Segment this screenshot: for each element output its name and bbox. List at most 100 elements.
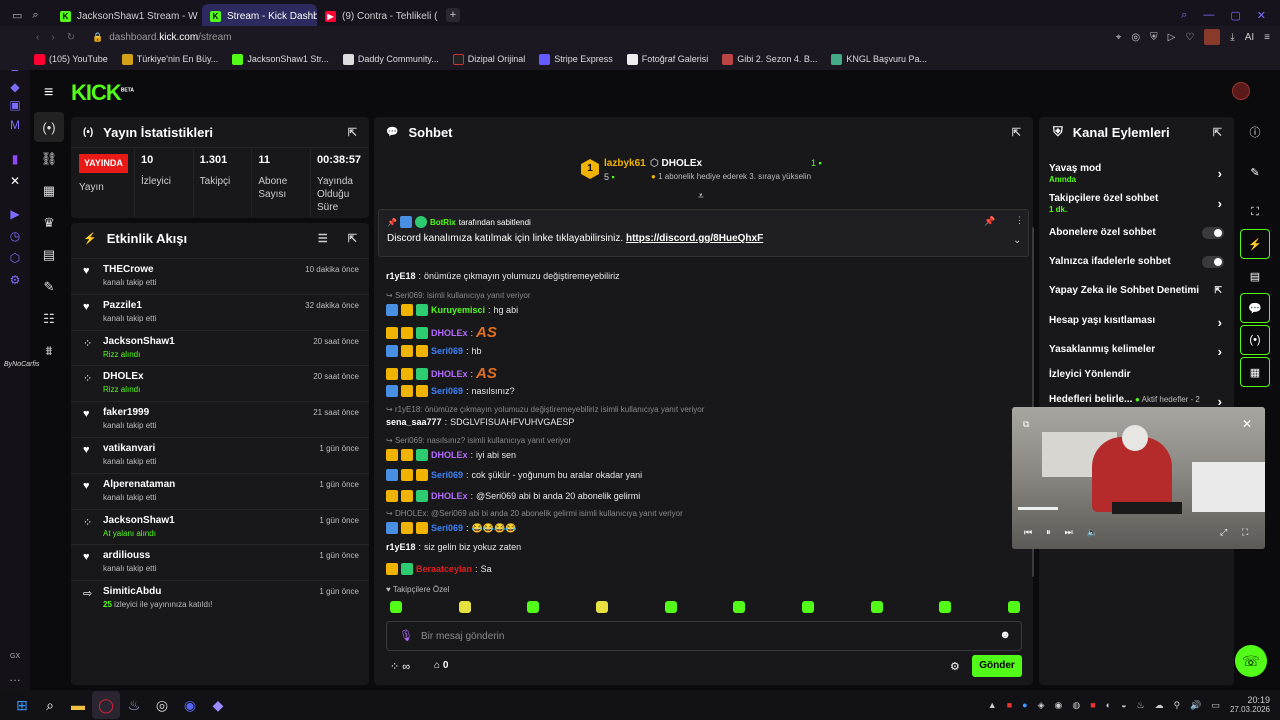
battery-icon[interactable]: ▭ bbox=[1211, 700, 1220, 711]
discord-icon[interactable]: ◉ bbox=[176, 691, 204, 719]
channel-action[interactable]: Abonelere özel sohbet bbox=[1049, 227, 1224, 239]
link-nav-icon[interactable]: ⛓ bbox=[34, 144, 64, 174]
emoji-icon[interactable]: ☻ bbox=[999, 629, 1011, 641]
event-user[interactable]: JacksonShaw1 bbox=[103, 336, 175, 347]
tray-app-icon[interactable]: ◈ bbox=[1038, 700, 1045, 711]
camera-icon[interactable]: ◎ bbox=[1131, 32, 1140, 43]
info-icon[interactable]: ⓘ bbox=[1240, 117, 1270, 147]
emote-icon[interactable] bbox=[801, 601, 814, 613]
event-user[interactable]: SimiticAbdu bbox=[103, 586, 212, 597]
emote-icon[interactable] bbox=[527, 601, 540, 613]
window-icon[interactable]: ▭ bbox=[12, 9, 22, 22]
bookmark-7[interactable]: Fotoğraf Galerisi bbox=[626, 53, 708, 65]
collapse-leaderboard-icon[interactable]: ⩡ bbox=[698, 191, 704, 202]
emote-icon[interactable] bbox=[939, 601, 952, 613]
tray-app-icon[interactable]: ● bbox=[1022, 700, 1027, 710]
new-tab-button[interactable]: + bbox=[446, 8, 460, 22]
channel-action[interactable]: Hedefleri belirle... ● Aktif hedefler - 2… bbox=[1049, 394, 1224, 409]
more-options-icon[interactable]: ⋮ bbox=[1015, 215, 1024, 226]
chat-settings-icon[interactable]: ⚙ bbox=[950, 660, 960, 673]
chat-username[interactable]: Seri069 bbox=[431, 346, 463, 356]
event-user[interactable]: ardiliouss bbox=[103, 550, 156, 561]
chat-username[interactable]: DHOLEx bbox=[431, 450, 468, 460]
steam-icon[interactable]: ♨ bbox=[120, 691, 148, 719]
close-icon[interactable]: ✕ bbox=[1257, 9, 1266, 22]
mic-icon[interactable]: 🎙 bbox=[399, 629, 413, 642]
tray-app-icon[interactable]: ◍ bbox=[1072, 700, 1080, 711]
settings-icon[interactable]: ⚙ bbox=[8, 273, 22, 287]
toggle-switch[interactable] bbox=[1202, 227, 1224, 239]
aria-icon[interactable]: ◆ bbox=[8, 80, 22, 94]
heart-icon[interactable]: ♡ bbox=[1185, 32, 1194, 43]
emote-icon[interactable] bbox=[664, 601, 677, 613]
forward-icon[interactable]: › bbox=[51, 32, 54, 43]
wrench-nav-icon[interactable]: ✎ bbox=[34, 272, 64, 302]
bookmark-1[interactable]: (105) YouTube bbox=[34, 53, 108, 65]
opera-gx-taskbar-icon[interactable]: ◯ bbox=[92, 691, 120, 719]
chat-username[interactable]: Seri069 bbox=[431, 470, 463, 480]
event-user[interactable]: JacksonShaw1 bbox=[103, 515, 175, 526]
tray-app-icon[interactable]: ◉ bbox=[1055, 700, 1063, 711]
bookmark-8[interactable]: Gibi 2. Sezon 4. B... bbox=[722, 53, 817, 65]
leader-2[interactable]: ⬡ DHOLEx bbox=[650, 158, 702, 169]
pip-close-icon[interactable]: ✕ bbox=[1242, 417, 1252, 431]
bookmark-5[interactable]: Dizipal Orijinal bbox=[452, 53, 525, 65]
cube-icon[interactable]: ⬡ bbox=[8, 251, 22, 265]
leader-1-name[interactable]: lazbyk61 bbox=[604, 158, 646, 169]
chat-username[interactable]: Seri069 bbox=[431, 523, 463, 533]
tab-3[interactable]: ▶ (9) Contra - Tehlikeli ( bbox=[317, 4, 442, 28]
emote-icon[interactable] bbox=[1007, 601, 1020, 613]
picture-in-picture-player[interactable]: ⧉ ✕ ⏮ ⏸ ⏭ 🔈 ⤢ ⛶ bbox=[1012, 407, 1265, 549]
user-avatar[interactable] bbox=[1232, 82, 1250, 100]
tray-app-icon[interactable]: ■ bbox=[1090, 700, 1095, 710]
expand-chevron-icon[interactable]: ⌄ bbox=[1013, 235, 1021, 246]
channel-action[interactable]: Takipçilere özel sohbet 1 dk. › bbox=[1049, 193, 1224, 214]
volume-icon[interactable]: 🔈 bbox=[1087, 527, 1098, 538]
document-icon[interactable]: ▤ bbox=[1240, 261, 1270, 291]
search-icon[interactable]: ⌕ bbox=[1181, 9, 1187, 22]
history-icon[interactable]: ◷ bbox=[8, 229, 22, 243]
discord-link[interactable]: https://discord.gg/8HueQhxF bbox=[626, 233, 763, 244]
channel-action[interactable]: Yapay Zeka ile Sohbet Denetimi ⇱ bbox=[1049, 285, 1224, 296]
event-user[interactable]: THECrowe bbox=[103, 264, 156, 275]
message-input[interactable]: 🎙 Bir mesaj gönderin ☻ bbox=[386, 621, 1022, 651]
chat-username[interactable]: DHOLEx bbox=[431, 491, 468, 501]
back-icon[interactable]: ‹ bbox=[36, 32, 39, 43]
pip-fullscreen-icon[interactable]: ⛶ bbox=[1242, 527, 1248, 538]
channel-action[interactable]: Hesap yaşı kısıtlaması › bbox=[1049, 315, 1224, 330]
chat-username[interactable]: sena_saa777 bbox=[386, 417, 442, 427]
player-icon[interactable]: ▶ bbox=[8, 207, 22, 221]
chat-username[interactable]: Seri069 bbox=[431, 386, 463, 396]
pause-icon[interactable]: ⏸ bbox=[1046, 527, 1051, 538]
bookmark-6[interactable]: Stripe Express bbox=[539, 53, 613, 65]
play-icon[interactable]: ▷ bbox=[1168, 32, 1176, 43]
reload-icon[interactable]: ↻ bbox=[67, 32, 75, 43]
tray-app-icon[interactable]: ■ bbox=[1007, 700, 1012, 710]
video-nav-icon[interactable]: ▤ bbox=[34, 240, 64, 270]
minimize-icon[interactable]: — bbox=[1203, 9, 1214, 22]
chat-bubble-icon[interactable]: 💬 bbox=[1240, 293, 1270, 323]
profile-avatar[interactable] bbox=[1204, 29, 1221, 45]
download-icon[interactable]: ⤓ bbox=[1230, 32, 1234, 43]
event-user[interactable]: vatikanvari bbox=[103, 443, 156, 454]
chat-username[interactable]: DHOLEx bbox=[431, 328, 468, 338]
twitch-icon[interactable]: ▮ bbox=[8, 152, 22, 166]
more-icon[interactable]: … bbox=[8, 670, 22, 684]
taskbar-search-icon[interactable]: ⌕ bbox=[36, 691, 64, 719]
shield-icon[interactable]: ⛨ bbox=[1150, 32, 1158, 43]
app-icon[interactable]: ◎ bbox=[148, 691, 176, 719]
tray-app-icon[interactable]: ♨ bbox=[1137, 700, 1145, 711]
channel-action[interactable]: İzleyici Yönlendir bbox=[1049, 369, 1224, 380]
bookmark-4[interactable]: Daddy Community... bbox=[342, 53, 439, 65]
tray-app-icon[interactable]: ◐ bbox=[1106, 700, 1111, 710]
chat-username[interactable]: Beraatceylan bbox=[416, 564, 472, 574]
tray-app-icon[interactable]: ☁ bbox=[1155, 700, 1164, 711]
volume-icon[interactable]: 🔊 bbox=[1190, 700, 1201, 711]
chat-username[interactable]: DHOLEx bbox=[431, 369, 468, 379]
tab-search-icon[interactable]: ⌕ bbox=[32, 9, 38, 22]
next-icon[interactable]: ⏭ bbox=[1065, 527, 1073, 538]
tray-app-icon[interactable]: ◒ bbox=[1121, 700, 1126, 710]
clip-icon[interactable]: ⛶ bbox=[1240, 197, 1270, 227]
network-icon[interactable]: ⚲ bbox=[1174, 700, 1181, 711]
bookmark-icon[interactable]: ▦ bbox=[1240, 357, 1270, 387]
